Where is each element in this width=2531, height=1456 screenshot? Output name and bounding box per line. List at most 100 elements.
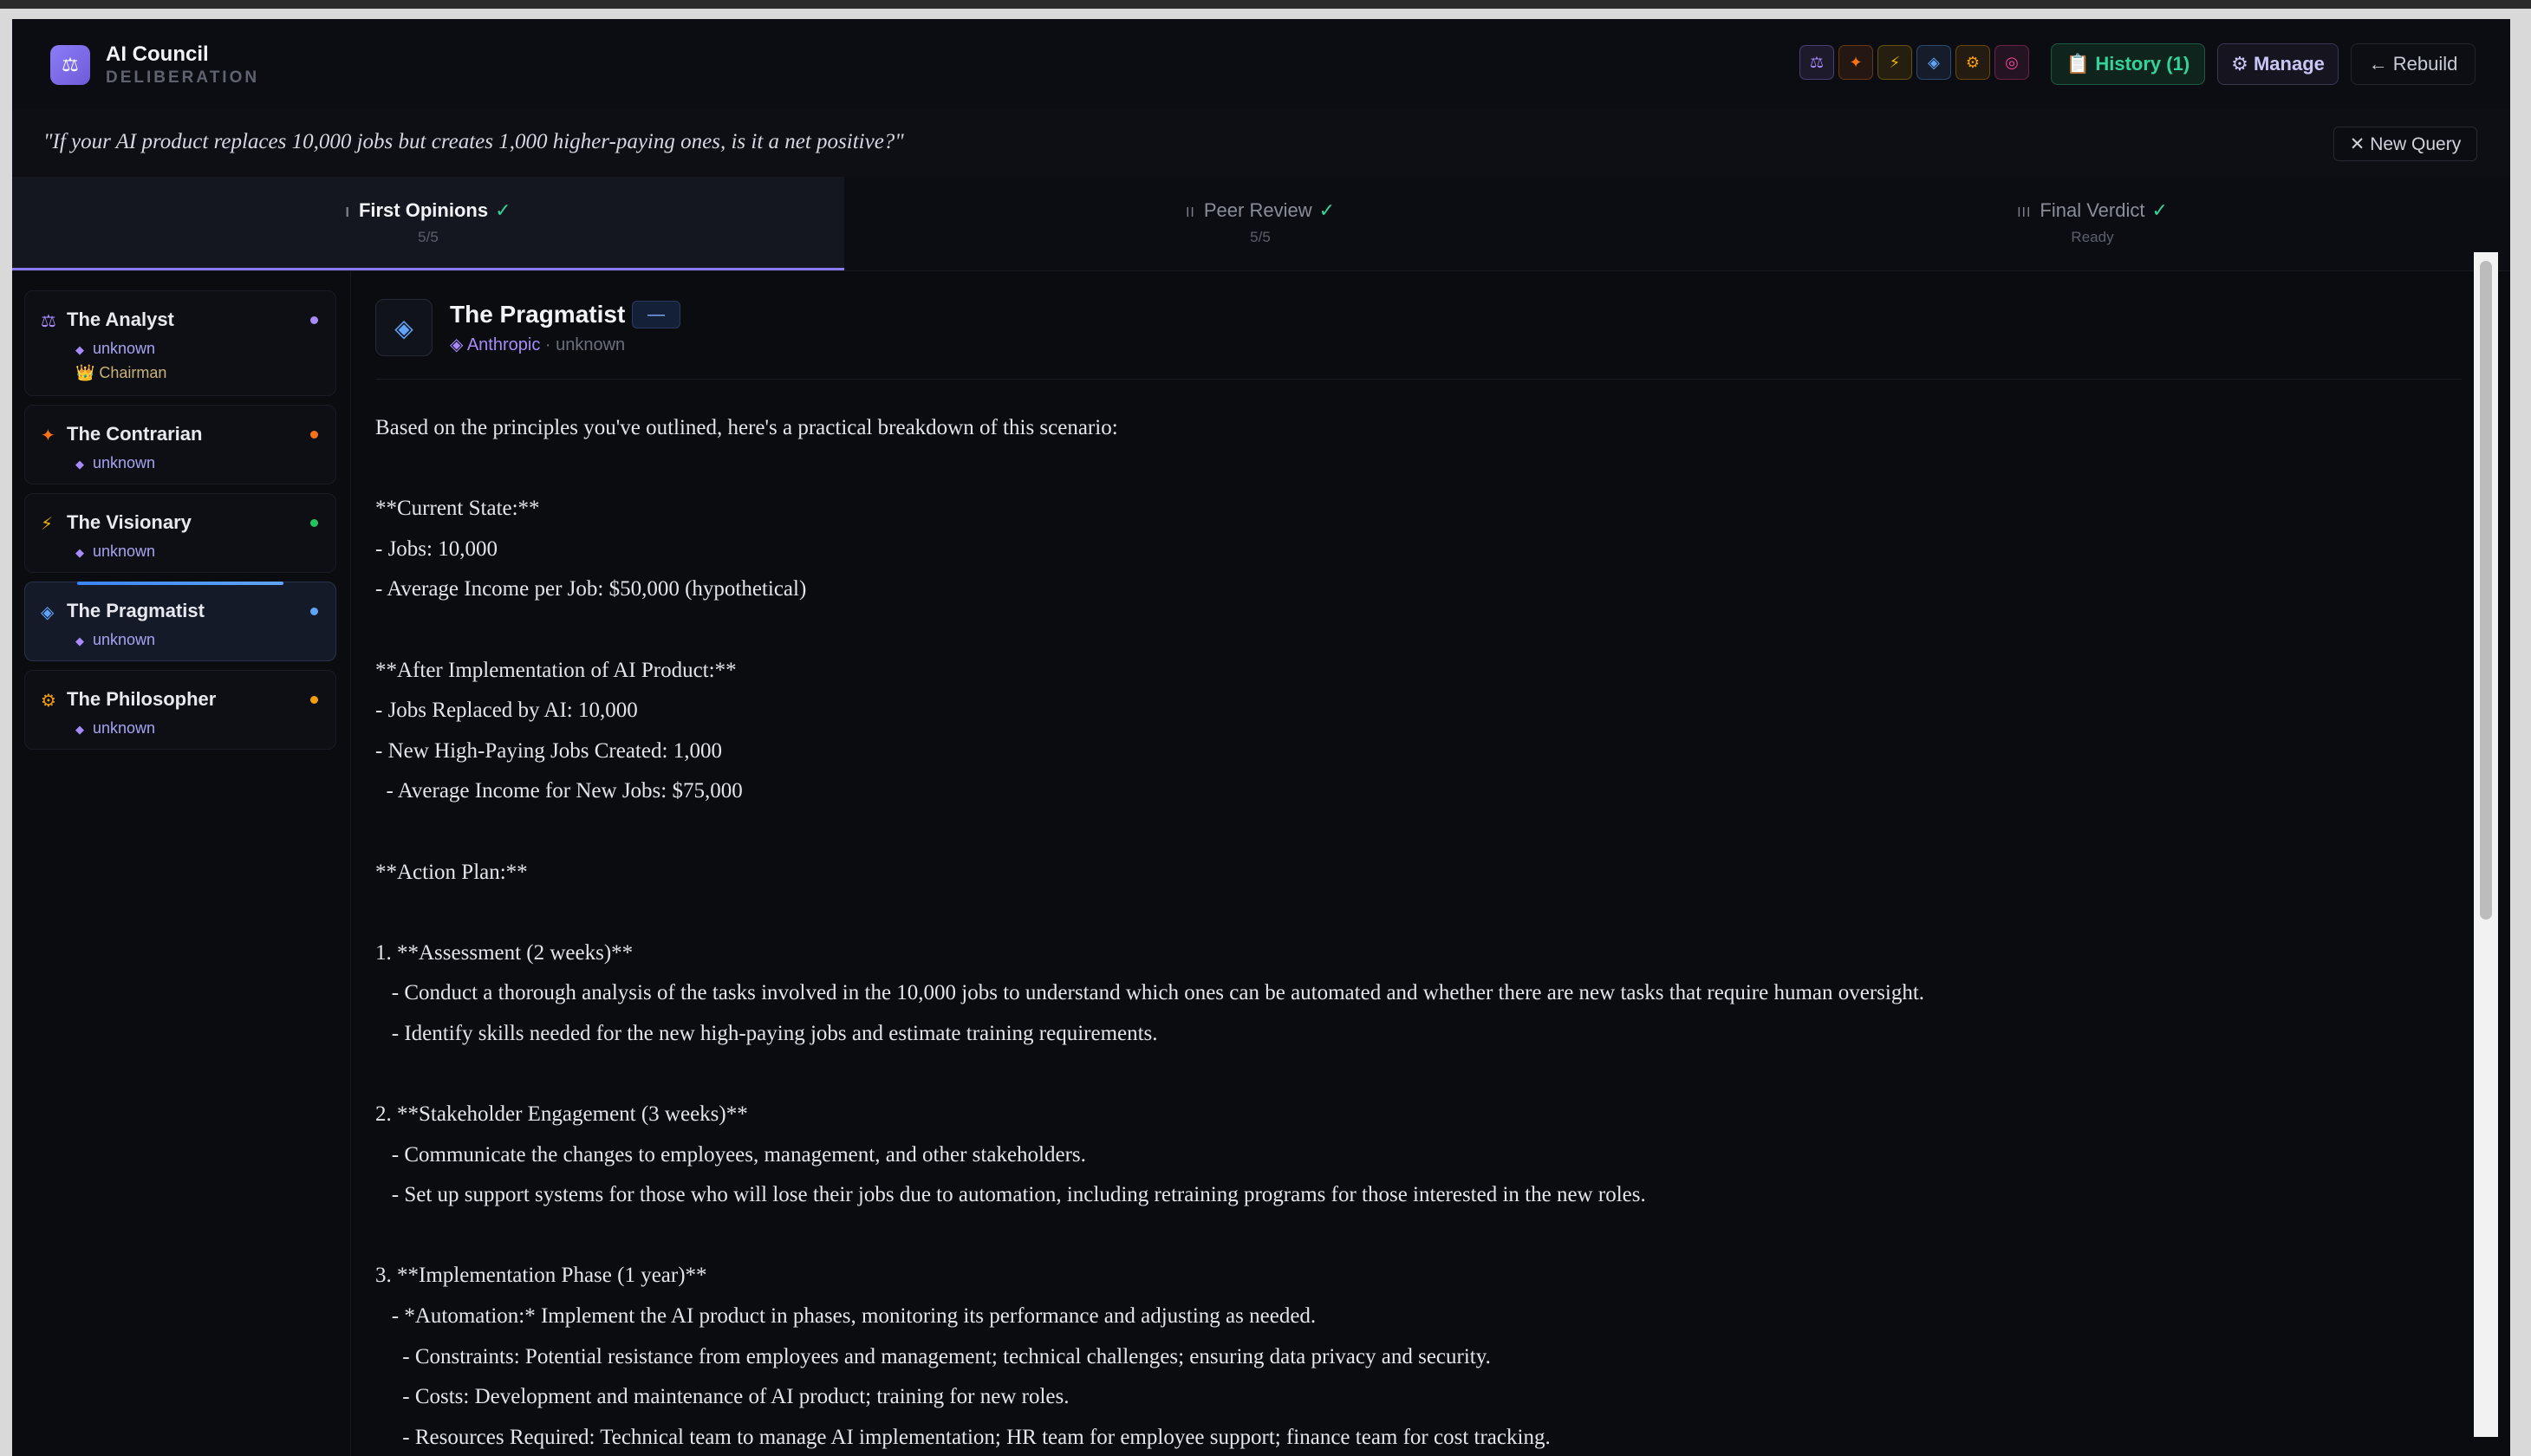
new-query-button[interactable]: ✕ New Query xyxy=(2333,127,2477,161)
query-bar: "If your AI product replaces 10,000 jobs… xyxy=(12,109,2510,178)
history-button[interactable]: 📋 History (1) xyxy=(2051,43,2205,85)
status-dot xyxy=(310,608,318,615)
member-name: The Visionary xyxy=(67,511,192,533)
status-dot xyxy=(310,696,318,704)
member-icon: ⚡ xyxy=(41,515,54,534)
rebuild-button[interactable]: ← Rebuild xyxy=(2351,43,2476,85)
opinion-panel: ◈ The Pragmatist — ◈ Anthropic · unknown… xyxy=(351,271,2486,1456)
opinion-line: - Identify skills needed for the new hig… xyxy=(375,1021,1158,1045)
diamond-icon: ◆ xyxy=(75,723,84,736)
status-dot xyxy=(310,431,318,439)
member-model: ◆ unknown xyxy=(75,454,156,471)
tab-final-verdict[interactable]: III Final Verdict ✓ Ready xyxy=(1676,177,2508,270)
opinion-line xyxy=(375,1055,2421,1095)
opinion-line: - Jobs Replaced by AI: 10,000 xyxy=(375,699,638,723)
status-dot xyxy=(310,316,318,324)
stage-tabs: I First Opinions ✓ 5/5 II Peer Review ✓ 5/5 III F… xyxy=(12,177,2510,271)
provider-label: ◈ Anthropic xyxy=(450,335,541,354)
tab-numeral: I xyxy=(345,205,350,220)
manage-button[interactable]: ⚙ Manage xyxy=(2217,43,2339,85)
opinion-line: 1. **Assessment (2 weeks)** xyxy=(375,940,634,965)
tab-progress: 5/5 xyxy=(1250,229,1271,245)
member-icon: ✦ xyxy=(41,426,55,445)
sidebar-item-philosopher[interactable]: ⚙ The Philosopher ◆ unknown xyxy=(24,670,336,750)
opinion-line: 2. **Stakeholder Engagement (3 weeks)** xyxy=(375,1102,748,1127)
opinion-line: **Current State:** xyxy=(375,497,540,521)
app-subtitle: DELIBERATION xyxy=(106,68,260,87)
check-icon: ✓ xyxy=(2151,199,2168,221)
divider xyxy=(375,379,2462,380)
model-label: · unknown xyxy=(540,335,626,354)
member-icon: ◈ xyxy=(41,603,55,622)
member-name: The Pragmatist xyxy=(67,600,205,621)
panel-meta: ◈ Anthropic · unknown xyxy=(450,334,625,355)
member-icon: ⚖ xyxy=(41,312,56,331)
council-seat-icons: ⚖ ✦ ⚡ ◈ ⚙ ◎ xyxy=(1799,45,2029,80)
member-model: ◆ unknown xyxy=(75,631,156,648)
check-icon: ✓ xyxy=(1318,199,1336,221)
opinion-line: - *Automation:* Implement the AI product… xyxy=(375,1304,1317,1329)
app-title: AI Council xyxy=(106,42,209,66)
opinion-line: **Action Plan:** xyxy=(375,860,528,884)
tab-numeral: II xyxy=(1185,205,1195,220)
member-model: ◆ unknown xyxy=(75,543,156,560)
sidebar-item-contrarian[interactable]: ✦ The Contrarian ◆ unknown xyxy=(24,405,336,484)
opinion-line: - Resources Required: Technical team to … xyxy=(375,1425,1551,1449)
target-icon[interactable]: ◎ xyxy=(1994,45,2029,80)
member-icon: ⚙ xyxy=(41,692,56,711)
opinion-line xyxy=(375,449,2421,490)
opinion-line: - Average Income per Job: $50,000 (hypot… xyxy=(375,577,807,601)
app-header: ⚖ AI Council DELIBERATION ⚖ ✦ ⚡ ◈ ⚙ ◎ 📋 Histo… xyxy=(12,19,2510,110)
opinion-line: - Constraints: Potential resistance from… xyxy=(375,1344,1491,1368)
opinion-line xyxy=(375,1216,2421,1257)
sidebar-item-pragmatist[interactable]: ◈ The Pragmatist ◆ unknown xyxy=(24,582,336,661)
sidebar-item-visionary[interactable]: ⚡ The Visionary ◆ unknown xyxy=(24,493,336,573)
gear-icon[interactable]: ⚙ xyxy=(1955,45,1990,80)
diamond-icon: ◆ xyxy=(75,634,84,647)
member-model: ◆ unknown xyxy=(75,719,156,737)
scales-icon[interactable]: ⚖ xyxy=(1799,45,1834,80)
diamond-icon[interactable]: ◈ xyxy=(1916,45,1951,80)
opinion-line xyxy=(375,610,2421,651)
chairman-badge: 👑 Chairman xyxy=(75,364,167,381)
check-icon: ✓ xyxy=(495,199,511,221)
diamond-icon: ◆ xyxy=(75,458,84,471)
tab-progress: Ready xyxy=(2071,229,2114,245)
opinion-line: **After Implementation of AI Product:** xyxy=(375,658,737,682)
opinion-line xyxy=(375,812,2421,853)
tab-peer-review[interactable]: II Peer Review ✓ 5/5 xyxy=(844,177,1676,270)
scrollbar-thumb[interactable] xyxy=(2480,261,2492,920)
opinion-line: - Communicate the changes to employees, … xyxy=(375,1142,1086,1167)
window-chrome-strip xyxy=(0,0,2531,9)
opinion-line: Based on the principles you've outlined,… xyxy=(375,416,1118,439)
status-dot xyxy=(310,519,318,527)
opinion-line: - Conduct a thorough analysis of the tas… xyxy=(375,981,1925,1005)
sidebar-item-analyst[interactable]: ⚖ The Analyst ◆ unknown 👑 Chairman xyxy=(24,290,336,396)
opinion-line: - Costs: Development and maintenance of … xyxy=(375,1385,1070,1409)
member-name: The Philosopher xyxy=(67,688,217,710)
tab-label: First Opinions xyxy=(358,199,489,221)
opinion-line xyxy=(375,893,2421,933)
tab-label: Final Verdict xyxy=(2040,199,2145,221)
collapse-badge[interactable]: — xyxy=(632,301,680,328)
sparkle-icon[interactable]: ✦ xyxy=(1838,45,1873,80)
opinion-line: - Average Income for New Jobs: $75,000 xyxy=(375,779,743,803)
app-window: ⚖ AI Council DELIBERATION ⚖ ✦ ⚡ ◈ ⚙ ◎ 📋 Histo… xyxy=(12,19,2510,1456)
tab-first-opinions[interactable]: I First Opinions ✓ 5/5 xyxy=(12,177,844,270)
opinion-body: Based on the principles you've outlined,… xyxy=(375,408,2421,1456)
scales-icon: ⚖ xyxy=(50,45,90,85)
diamond-icon: ◆ xyxy=(75,343,84,356)
tab-progress: 5/5 xyxy=(418,229,439,245)
opinion-line: - Set up support systems for those who w… xyxy=(375,1183,1646,1207)
tab-label: Peer Review xyxy=(1203,199,1312,221)
opinion-line: - Jobs: 10,000 xyxy=(375,536,498,561)
member-model: ◆ unknown xyxy=(75,340,156,357)
opinion-line: - New High-Paying Jobs Created: 1,000 xyxy=(375,738,722,763)
member-name: The Contrarian xyxy=(67,423,203,445)
opinion-line: 3. **Implementation Phase (1 year)** xyxy=(375,1264,707,1288)
bolt-icon[interactable]: ⚡ xyxy=(1877,45,1912,80)
scrollbar[interactable] xyxy=(2474,252,2498,1437)
diamond-icon: ◆ xyxy=(75,546,84,559)
query-text: "If your AI product replaces 10,000 jobs… xyxy=(43,130,904,153)
diamond-icon: ◈ xyxy=(375,299,433,356)
